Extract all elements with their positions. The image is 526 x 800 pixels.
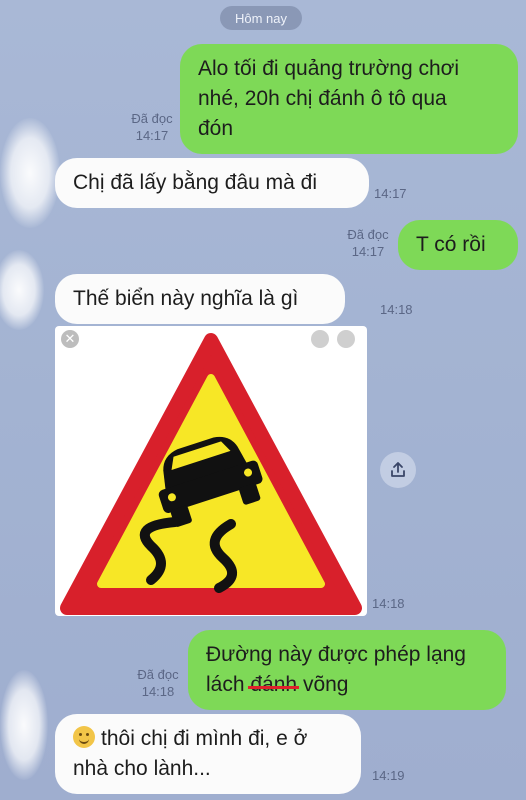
day-divider: Hôm nay	[220, 6, 302, 30]
message-text-line: đón	[198, 117, 234, 140]
smile-emoji-icon	[73, 726, 95, 748]
outgoing-message-bubble[interactable]: Đường này được phép lạng lách đánh võng	[188, 630, 506, 710]
outgoing-message-bubble[interactable]: Alo tối đi quảng trường chơi nhé, 20h ch…	[180, 44, 518, 154]
share-icon	[391, 462, 405, 477]
slippery-road-sign-image	[60, 333, 362, 615]
blurred-avatar	[0, 250, 44, 330]
read-receipt: Đã đọc 14:17	[131, 111, 173, 143]
message-time: 14:19	[372, 768, 405, 783]
share-button[interactable]	[380, 452, 416, 488]
read-receipt: Đã đọc 14:17	[347, 227, 389, 259]
read-receipt: Đã đọc 14:18	[137, 667, 179, 699]
struck-word: đánh	[250, 673, 298, 696]
message-text: T có rồi	[416, 233, 486, 256]
message-text: Chị đã lấy bằng đâu mà đi	[73, 171, 317, 194]
message-text-line: thôi chị đi mình đi, e ở	[73, 724, 343, 754]
message-time: 14:18	[372, 596, 405, 611]
message-text-line: nhà cho lành...	[73, 757, 211, 780]
message-text-line: lách đánh võng	[206, 673, 349, 696]
incoming-message-bubble[interactable]: Chị đã lấy bằng đâu mà đi	[55, 158, 369, 208]
outgoing-message-bubble[interactable]: T có rồi	[398, 220, 518, 270]
image-message[interactable]: ✕	[55, 326, 367, 616]
incoming-message-bubble[interactable]: Thế biển này nghĩa là gì	[55, 274, 345, 324]
message-text-line: Đường này được phép lạng	[206, 643, 466, 666]
message-text-line: Alo tối đi quảng trường chơi	[198, 57, 460, 80]
blurred-avatar	[0, 670, 48, 780]
message-time: 14:17	[374, 186, 407, 201]
blurred-avatar	[0, 118, 60, 228]
message-text-line: nhé, 20h chị đánh ô tô qua	[198, 87, 447, 110]
incoming-message-bubble[interactable]: thôi chị đi mình đi, e ở nhà cho lành...	[55, 714, 361, 794]
message-time: 14:18	[380, 302, 413, 317]
message-text: Thế biển này nghĩa là gì	[73, 287, 299, 310]
